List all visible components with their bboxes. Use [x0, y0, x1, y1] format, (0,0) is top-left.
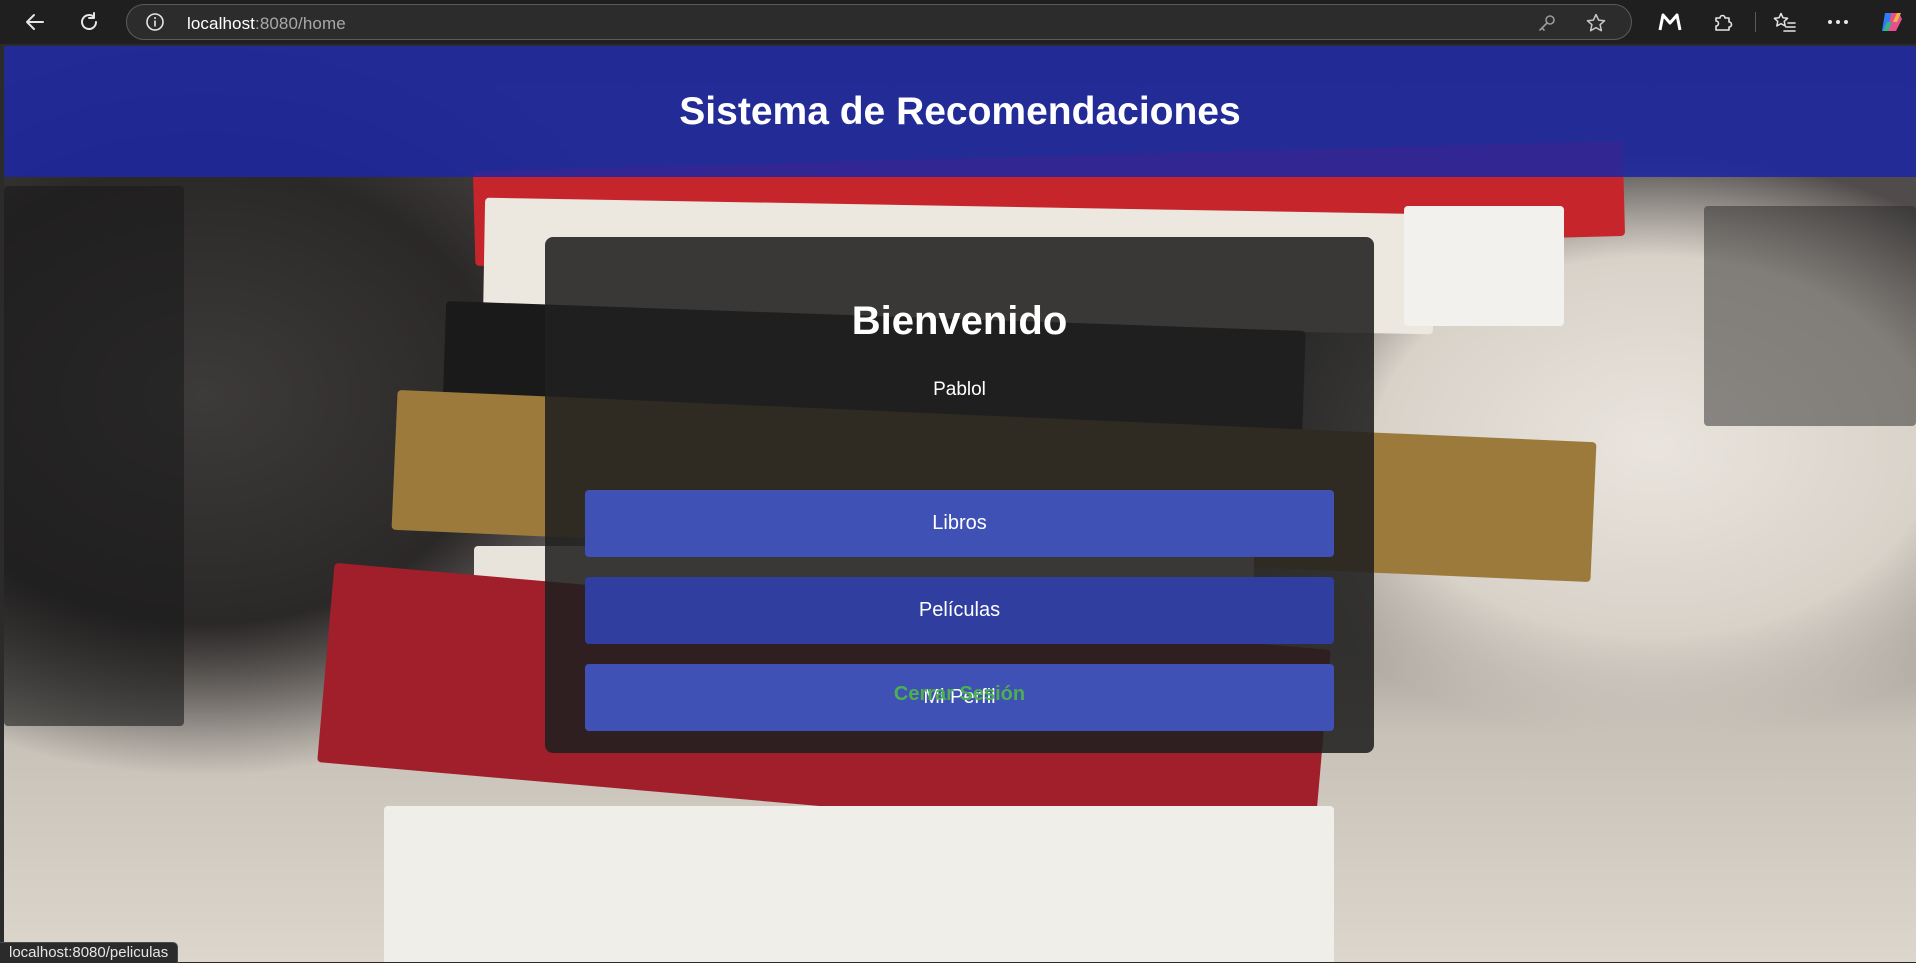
reload-icon[interactable] — [74, 7, 104, 37]
logout-link[interactable]: Cerrar Sesión — [545, 683, 1374, 706]
star-icon[interactable] — [1585, 12, 1607, 39]
m-extension-icon[interactable] — [1655, 7, 1685, 37]
address-url[interactable]: localhost:8080/home — [187, 14, 346, 34]
key-icon[interactable] — [1537, 13, 1557, 38]
site-header: Sistema de Recomendaciones — [4, 46, 1916, 177]
page-viewport: Sistema de Recomendaciones Bienvenido Pa… — [4, 46, 1916, 962]
status-bar-url: localhost:8080/peliculas — [0, 942, 179, 963]
copilot-icon[interactable] — [1877, 7, 1907, 37]
browser-toolbar: localhost:8080/home — [0, 0, 1916, 44]
address-bar[interactable]: localhost:8080/home — [126, 4, 1632, 40]
site-title: Sistema de Recomendaciones — [679, 89, 1241, 133]
welcome-heading: Bienvenido — [851, 299, 1068, 343]
favorites-list-icon[interactable] — [1770, 7, 1800, 37]
movies-button[interactable]: Películas — [585, 577, 1334, 644]
welcome-card: Bienvenido Pablol Libros Películas Mi Pe… — [545, 237, 1374, 753]
books-button[interactable]: Libros — [585, 490, 1334, 557]
back-arrow-icon[interactable] — [20, 7, 50, 37]
info-icon[interactable] — [145, 12, 165, 37]
username-label: Pablol — [933, 379, 986, 400]
more-icon[interactable] — [1823, 7, 1853, 37]
puzzle-icon[interactable] — [1708, 7, 1738, 37]
url-host: localhost — [187, 14, 255, 33]
toolbar-divider — [1755, 12, 1756, 32]
url-path: :8080/home — [255, 14, 346, 33]
